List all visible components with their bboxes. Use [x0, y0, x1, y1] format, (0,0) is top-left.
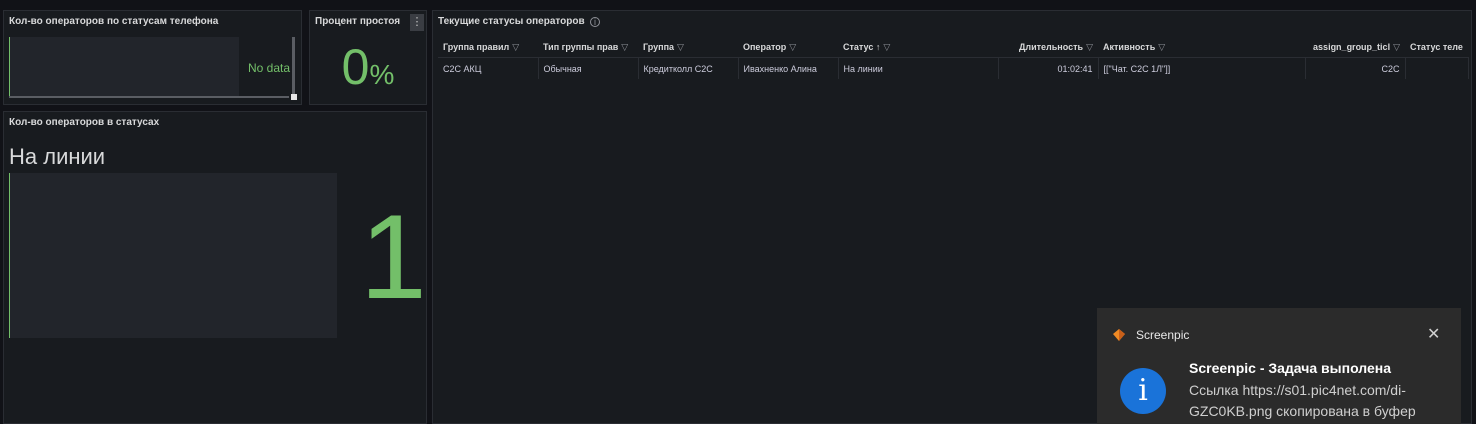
panel-title: Текущие статусы операторов: [438, 16, 585, 27]
column-header[interactable]: Группа правил ▽: [438, 37, 538, 58]
table-cell: Ивахненко Алина: [738, 57, 839, 79]
vertical-dots-icon[interactable]: ⋮: [410, 14, 424, 31]
column-header[interactable]: Тип группы прав ▽: [538, 37, 638, 58]
info-icon[interactable]: i: [590, 17, 600, 27]
column-label: Оператор: [743, 41, 787, 52]
filter-icon[interactable]: ▽: [1086, 42, 1093, 53]
stat-value: 0%: [310, 39, 426, 95]
table-cell: На линии: [838, 57, 999, 79]
sparkline-area: [9, 173, 337, 338]
vertical-scrollbar[interactable]: [292, 37, 295, 95]
column-header[interactable]: Оператор ▽: [738, 37, 838, 58]
close-icon[interactable]: ✕: [1427, 324, 1440, 344]
column-header[interactable]: assign_group_ticl ▽: [1305, 37, 1405, 58]
column-header[interactable]: Длительность ▽: [998, 37, 1098, 58]
sort-arrow-icon: ↑: [875, 41, 881, 52]
column-header[interactable]: Группа ▽: [638, 37, 738, 58]
table-cell: Обычная: [538, 57, 639, 79]
operators-in-status-panel: Кол-во операторов в статусах На линии 1: [3, 111, 427, 424]
column-label: assign_group_ticl: [1313, 41, 1391, 52]
column-label: Статус: [843, 41, 874, 52]
sparkline-area: [9, 37, 239, 97]
table-header: Группа правил ▽ Тип группы прав ▽ Группа ▽ …: [438, 37, 1468, 58]
info-icon: i: [1120, 368, 1166, 414]
panel-title: Кол-во операторов по статусам телефона: [9, 16, 219, 27]
phone-status-panel: Кол-во операторов по статусам телефона N…: [3, 10, 302, 105]
idle-percent-panel: Процент простоя ⋮ 0%: [309, 10, 427, 105]
notification-toast[interactable]: Screenpic ✕ i Screenpic - Задача выполен…: [1097, 308, 1461, 424]
column-label: Статус теле: [1410, 42, 1463, 52]
table-cell: Кредитколл C2C: [638, 57, 739, 79]
column-label: Активность: [1103, 41, 1156, 52]
screenpic-logo-icon: [1113, 329, 1125, 341]
column-header[interactable]: Активность ▽: [1098, 37, 1305, 58]
notification-app-name: Screenpic: [1136, 328, 1190, 342]
stat-number: 0: [341, 39, 370, 95]
column-label: Группа правил: [443, 41, 510, 52]
status-name: На линии: [9, 144, 106, 169]
panel-title: Процент простоя: [315, 16, 401, 27]
filter-icon[interactable]: ▽: [677, 42, 684, 53]
column-header[interactable]: Статус теле: [1405, 37, 1468, 58]
table-row[interactable]: C2C АКЦ Обычная Кредитколл C2C Ивахненко…: [438, 57, 1469, 79]
stat-unit: %: [369, 59, 395, 90]
horizontal-scrollbar[interactable]: [9, 96, 289, 98]
table-cell: [1405, 57, 1469, 79]
filter-icon[interactable]: ▽: [1158, 42, 1165, 53]
resize-handle[interactable]: [291, 94, 297, 100]
column-header[interactable]: Статус ↑ ▽: [838, 37, 998, 58]
notification-heading: Screenpic - Задача выполена: [1189, 360, 1392, 376]
filter-icon[interactable]: ▽: [512, 42, 519, 53]
no-data-label: No data: [248, 61, 291, 75]
notification-body: Ссылка https://s01.pic4net.com/di-GZC0KB…: [1189, 382, 1416, 419]
column-label: Тип группы прав: [543, 41, 619, 52]
table-cell: C2C АКЦ: [438, 57, 539, 79]
table-cell: 01:02:41: [998, 57, 1099, 79]
column-label: Группа: [643, 41, 675, 52]
filter-icon[interactable]: ▽: [883, 42, 890, 53]
column-label: Длительность: [1018, 41, 1084, 52]
filter-icon[interactable]: ▽: [789, 42, 796, 53]
operators-table: Группа правил ▽ Тип группы прав ▽ Группа ▽ …: [438, 37, 1469, 79]
panel-title: Кол-во операторов в статусах: [9, 117, 160, 128]
filter-icon[interactable]: ▽: [621, 42, 628, 53]
stat-number: 1: [360, 190, 427, 324]
filter-icon[interactable]: ▽: [1393, 42, 1400, 53]
table-cell: C2C: [1305, 57, 1406, 79]
table-cell: [["Чат. C2C 1Л"]]: [1098, 57, 1306, 79]
